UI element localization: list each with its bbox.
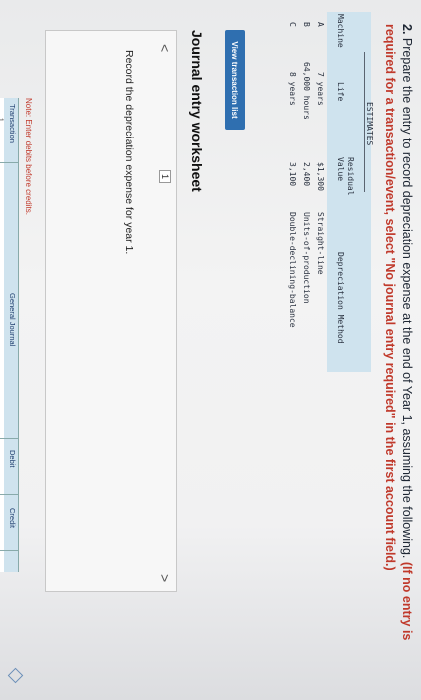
photo-page: 2. Prepare the entry to record depreciat…: [0, 0, 421, 700]
question-body: Prepare the entry to record depreciation…: [400, 37, 414, 559]
row-a-residual: $1,300: [316, 162, 325, 191]
row-a-machine: A: [316, 22, 325, 27]
journal-header-debit: Debit: [8, 450, 17, 468]
chevron-left-icon[interactable]: <: [157, 44, 173, 52]
header-machine: Machine: [336, 14, 345, 48]
row-a-method: Straight-line: [316, 212, 325, 275]
row-c-method: Double-declining-balance: [288, 212, 297, 328]
header-life: Life: [336, 82, 345, 102]
row-b-machine: B: [302, 22, 311, 27]
debits-credits-note: Note: Enter debits before credits.: [24, 98, 33, 215]
pencil-icon: [7, 667, 24, 684]
worksheet-panel: [45, 30, 177, 592]
column-divider: [0, 438, 19, 439]
journal-header-credit: Credit: [8, 508, 17, 529]
estimates-table: ESTIMATES Machine Life Residual Value De…: [266, 12, 374, 372]
worksheet-title: Journal entry worksheet: [189, 30, 205, 192]
row-c-life: 8 years: [288, 72, 297, 106]
row-a-life: 7 years: [316, 72, 325, 106]
estimates-title: ESTIMATES: [365, 102, 374, 146]
row-c-residual: 3,100: [288, 162, 297, 187]
row-b-method: Units-of-production: [302, 212, 311, 304]
column-divider: [0, 162, 19, 163]
chevron-right-icon[interactable]: >: [157, 574, 173, 582]
journal-row[interactable]: 1: [0, 98, 4, 572]
header-value: Value: [336, 157, 345, 182]
worksheet-page-number[interactable]: 1: [159, 170, 171, 184]
worksheet-instruction: Record the depreciation expense for year…: [123, 50, 135, 255]
column-divider: [0, 550, 19, 551]
view-transaction-list-button[interactable]: View transaction list: [225, 30, 245, 130]
header-residual: Residual: [346, 157, 355, 196]
question-text: 2. Prepare the entry to record depreciat…: [381, 24, 415, 689]
column-divider: [0, 494, 19, 495]
row-b-residual: 2,400: [302, 162, 311, 187]
journal-header-transaction: Transaction: [8, 104, 17, 143]
question-number: 2.: [400, 24, 414, 35]
header-method: Depreciation Method: [336, 252, 345, 344]
row-c-machine: C: [288, 22, 297, 27]
journal-header-general-journal: General Journal: [8, 293, 17, 347]
journal-row-transaction: 1: [0, 118, 4, 122]
row-b-life: 64,000 hours: [302, 62, 311, 120]
